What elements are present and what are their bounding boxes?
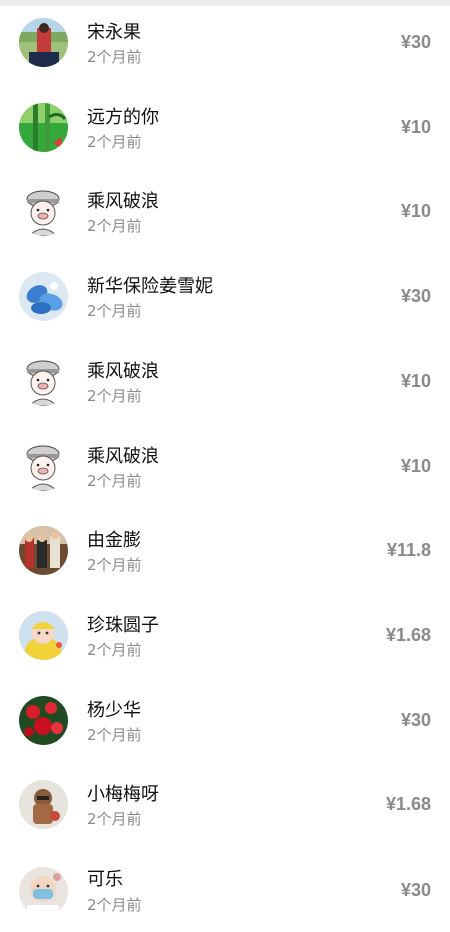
avatar[interactable] <box>19 356 68 406</box>
donation-time: 2个月前 <box>87 471 142 490</box>
donation-time: 2个月前 <box>87 302 142 321</box>
list-item[interactable]: 小梅梅呀 2个月前 ¥1.68 <box>0 762 450 847</box>
donor-name: 宋永果 <box>87 22 141 43</box>
avatar[interactable] <box>19 610 68 660</box>
avatar[interactable] <box>19 102 68 152</box>
donation-time: 2个月前 <box>87 386 142 405</box>
donation-amount: ¥10 <box>400 455 431 476</box>
donor-name: 珍珠圆子 <box>87 614 159 636</box>
donation-amount: ¥30 <box>400 286 431 307</box>
avatar[interactable] <box>19 272 68 322</box>
donation-amount: ¥30 <box>400 32 431 52</box>
donation-time: 2个月前 <box>87 217 142 236</box>
donor-name: 可乐 <box>87 869 123 890</box>
list-item[interactable]: 乘风破浪 2个月前 ¥10 <box>0 169 450 254</box>
donor-name: 小梅梅呀 <box>87 784 159 806</box>
donation-amount: ¥30 <box>400 709 431 730</box>
list-item[interactable]: 杨少华 2个月前 ¥30 <box>0 678 450 763</box>
donation-time: 2个月前 <box>87 556 142 575</box>
donor-name: 杨少华 <box>87 699 141 721</box>
donation-time: 2个月前 <box>87 896 142 914</box>
list-item[interactable]: 珍珠圆子 2个月前 ¥1.68 <box>0 593 450 678</box>
list-item[interactable]: 乘风破浪 2个月前 ¥10 <box>0 339 450 424</box>
avatar[interactable] <box>19 441 68 491</box>
donation-time: 2个月前 <box>87 640 142 659</box>
avatar[interactable] <box>19 695 68 745</box>
donation-amount: ¥10 <box>400 116 431 137</box>
list-item[interactable]: 远方的你 2个月前 ¥10 <box>0 85 450 170</box>
donation-time: 2个月前 <box>87 48 142 66</box>
donor-name: 由金膨 <box>87 530 141 552</box>
list-item[interactable]: 宋永果 2个月前 ¥30 <box>0 0 450 85</box>
avatar[interactable] <box>19 187 68 237</box>
donor-name: 乘风破浪 <box>87 360 159 382</box>
donation-amount: ¥30 <box>400 880 431 900</box>
list-item[interactable]: 由金膨 2个月前 ¥11.8 <box>0 508 450 593</box>
donor-name: 乘风破浪 <box>87 191 159 213</box>
donor-name: 新华保险姜雪妮 <box>87 276 213 298</box>
donation-time: 2个月前 <box>87 725 142 744</box>
avatar[interactable] <box>19 867 68 916</box>
donor-name: 远方的你 <box>87 106 159 128</box>
donation-time: 2个月前 <box>87 810 142 829</box>
donor-name: 乘风破浪 <box>87 445 159 467</box>
avatar[interactable] <box>19 18 68 67</box>
list-item[interactable]: 新华保险姜雪妮 2个月前 ¥30 <box>0 254 450 339</box>
list-item[interactable]: 乘风破浪 2个月前 ¥10 <box>0 424 450 509</box>
donation-amount: ¥1.68 <box>385 794 431 815</box>
donation-amount: ¥1.68 <box>385 624 431 645</box>
donation-list: 宋永果 2个月前 ¥30 远方的你 2个月前 ¥10 乘风破浪 2个月前 ¥10… <box>0 0 450 919</box>
donation-time: 2个月前 <box>87 132 142 151</box>
avatar[interactable] <box>19 526 68 576</box>
avatar[interactable] <box>19 780 68 830</box>
donation-amount: ¥10 <box>400 370 431 391</box>
donation-amount: ¥11.8 <box>386 540 431 561</box>
donation-amount: ¥10 <box>400 201 431 222</box>
